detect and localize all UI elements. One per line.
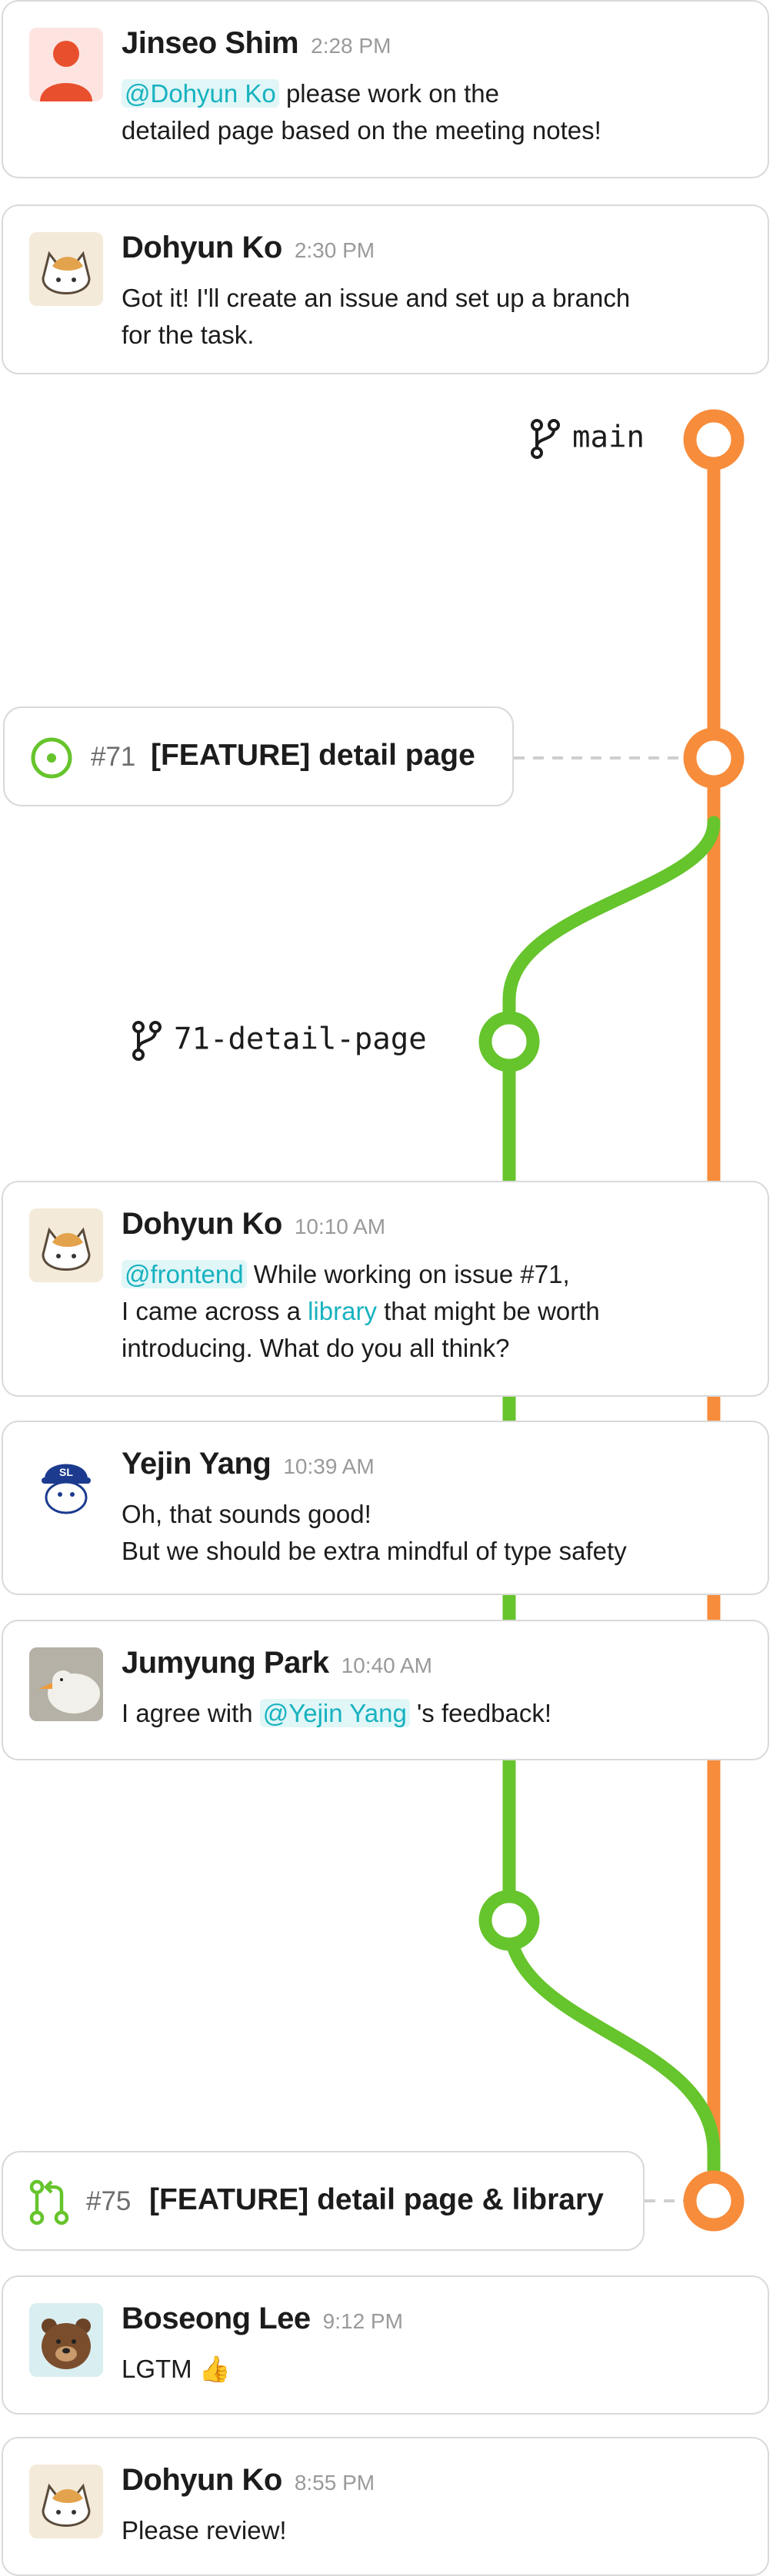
- mention-tag[interactable]: @frontend: [122, 1260, 247, 1288]
- avatar: [29, 1208, 103, 1282]
- message-time: 9:12 PM: [322, 2309, 403, 2333]
- mention-tag[interactable]: @Yejin Yang: [259, 1699, 410, 1727]
- author-name: Dohyun Ko: [122, 2463, 282, 2497]
- chat-message-card: Boseong Lee 9:12 PM LGTM 👍: [2, 2275, 769, 2415]
- chat-message-card: Dohyun Ko 10:10 AM @frontend While workin…: [2, 1181, 769, 1397]
- git-branch-icon: [531, 419, 560, 459]
- author-name: Yejin Yang: [122, 1447, 272, 1481]
- message-time: 10:10 AM: [294, 1215, 386, 1238]
- baseball-mascot-avatar: SL: [29, 1448, 103, 1522]
- issue-title[interactable]: [FEATURE] detail page: [151, 739, 475, 773]
- feature-branch-start-node: [478, 1011, 540, 1072]
- chat-message-card: Jumyung Park 10:40 AM I agree with @Yejin…: [2, 1620, 769, 1760]
- message-text: @frontend While working on issue #71, I …: [122, 1260, 600, 1362]
- library-link[interactable]: library: [308, 1297, 377, 1325]
- bear-avatar: [29, 2303, 103, 2377]
- author-name: Boseong Lee: [122, 2302, 311, 2335]
- message-text: I agree with @Yejin Yang 's feedback!: [122, 1699, 552, 1727]
- message-time: 10:39 AM: [283, 1454, 375, 1478]
- chat-message-card: Dohyun Ko 8:55 PM Please review!: [2, 2437, 769, 2576]
- issue-card[interactable]: #71 [FEATURE] detail page: [3, 706, 514, 806]
- message-text: Oh, that sounds good! But we should be e…: [122, 1500, 627, 1565]
- main-branch-start-node: [683, 409, 745, 470]
- author-name: Jumyung Park: [122, 1646, 329, 1680]
- feature-branch-name: 71-detail-page: [174, 1022, 427, 1057]
- cat-avatar: [29, 1208, 103, 1282]
- pull-request-icon: [29, 2179, 69, 2225]
- chat-message-card: Dohyun Ko 2:30 PM Got it! I'll create an …: [2, 204, 769, 374]
- avatar: [29, 1647, 103, 1721]
- feature-branch-label: 71-detail-page: [131, 1021, 427, 1061]
- avatar: [29, 2465, 103, 2538]
- git-branch-icon: [132, 1021, 162, 1061]
- avatar: SL: [29, 1448, 103, 1522]
- main-branch-label: main: [529, 419, 645, 459]
- avatar: [29, 232, 103, 306]
- feature-commit-node: [478, 1890, 540, 1951]
- chat-message-card: SL Yejin Yang 10:39 AM Oh, that sounds go…: [2, 1421, 769, 1595]
- message-text: LGTM 👍: [122, 2355, 231, 2383]
- main-branch-name: main: [572, 420, 645, 455]
- message-time: 10:40 AM: [341, 1654, 432, 1677]
- avatar: [29, 2303, 103, 2377]
- mention-tag[interactable]: @Dohyun Ko: [122, 79, 279, 108]
- issue-number: #71: [91, 742, 136, 772]
- cat-avatar: [29, 2465, 103, 2538]
- message-time: 8:55 PM: [294, 2471, 375, 2495]
- issue-open-icon: [31, 737, 72, 779]
- message-text: Please review!: [122, 2516, 287, 2544]
- message-text: Got it! I'll create an issue and set up …: [122, 284, 631, 349]
- message-text: @Dohyun Ko please work on the detailed p…: [122, 79, 601, 145]
- avatar: [29, 28, 103, 101]
- message-time: 2:30 PM: [294, 238, 375, 262]
- svg-text:SL: SL: [59, 1466, 73, 1478]
- person-icon: [40, 41, 92, 101]
- merge-commit-node: [683, 2170, 745, 2232]
- pull-request-title[interactable]: [FEATURE] detail page & library: [149, 2183, 604, 2217]
- issue-commit-node: [683, 727, 745, 789]
- duck-avatar: [29, 1647, 103, 1721]
- pull-request-number: #75: [86, 2186, 132, 2216]
- cat-avatar: [29, 232, 103, 306]
- author-name: Dohyun Ko: [122, 231, 282, 264]
- author-name: Dohyun Ko: [122, 1207, 282, 1241]
- message-time: 2:28 PM: [311, 34, 391, 58]
- pull-request-card[interactable]: #75 [FEATURE] detail page & library: [2, 2151, 645, 2251]
- author-name: Jinseo Shim: [122, 26, 299, 60]
- chat-message-card: Jinseo Shim 2:28 PM @Dohyun Ko please wor…: [2, 0, 769, 178]
